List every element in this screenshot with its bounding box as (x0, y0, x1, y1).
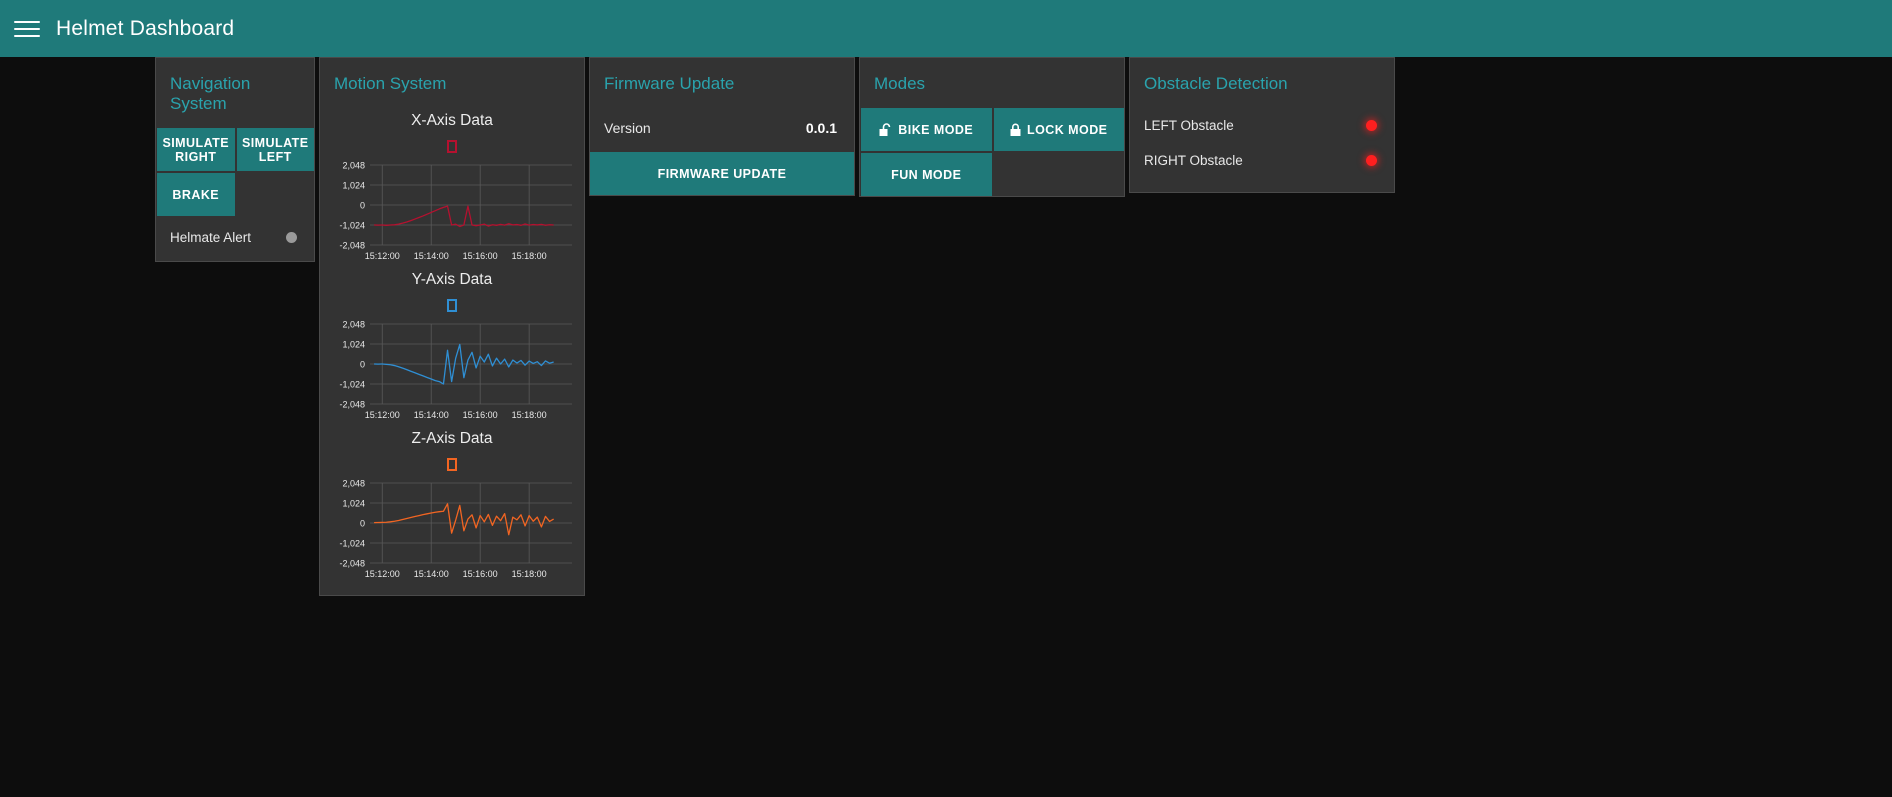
chart-y-axis: Y-Axis Data 2,048 1,024 0 -1,024 -2,048 15:12… (320, 267, 584, 426)
svg-text:1,024: 1,024 (342, 340, 365, 350)
chart-z-axis: Z-Axis Data 2,048 1,024 0 -1,024 -2,048 15:12… (320, 426, 584, 585)
svg-text:-1,024: -1,024 (339, 539, 365, 549)
chart-z-axis-legend[interactable] (324, 448, 580, 475)
panel-firmware-update: Firmware Update Version 0.0.1 FIRMWARE U… (589, 57, 855, 196)
svg-text:15:12:00: 15:12:00 (365, 569, 400, 579)
svg-text:15:16:00: 15:16:00 (463, 251, 498, 261)
firmware-panel-title: Firmware Update (604, 74, 735, 93)
svg-text:15:14:00: 15:14:00 (414, 569, 449, 579)
firmware-version-value: 0.0.1 (805, 120, 837, 136)
svg-text:2,048: 2,048 (342, 161, 365, 171)
grid-filler (237, 173, 315, 216)
firmware-update-button[interactable]: FIRMWARE UPDATE (590, 152, 854, 195)
helmate-alert-label: Helmate Alert (170, 230, 252, 245)
svg-text:15:18:00: 15:18:00 (512, 410, 547, 420)
left-obstacle-label: LEFT Obstacle (1144, 118, 1234, 133)
bike-mode-button[interactable]: BIKE MODE (861, 108, 992, 151)
svg-text:15:14:00: 15:14:00 (414, 251, 449, 261)
lock-mode-label: LOCK MODE (1027, 122, 1108, 137)
unlock-icon (879, 122, 891, 136)
svg-text:15:18:00: 15:18:00 (512, 251, 547, 261)
app-header: Helmet Dashboard (0, 0, 1892, 57)
simulate-right-button[interactable]: SIMULATE RIGHT (157, 128, 235, 171)
chart-z-axis-title: Z-Axis Data (411, 430, 493, 447)
legend-swatch-icon (447, 140, 457, 153)
motion-panel-title: Motion System (334, 74, 447, 93)
svg-text:-2,048: -2,048 (339, 559, 365, 569)
lock-mode-button[interactable]: LOCK MODE (993, 108, 1124, 151)
svg-text:15:16:00: 15:16:00 (463, 569, 498, 579)
firmware-version-label: Version (604, 120, 651, 136)
svg-text:2,048: 2,048 (342, 320, 365, 330)
firmware-version-row: Version 0.0.1 (590, 108, 854, 152)
navigation-panel-title: Navigation System (170, 74, 251, 113)
chart-y-axis-title: Y-Axis Data (411, 271, 493, 288)
svg-text:15:18:00: 15:18:00 (512, 569, 547, 579)
right-obstacle-label: RIGHT Obstacle (1144, 153, 1243, 168)
svg-text:15:14:00: 15:14:00 (414, 410, 449, 420)
chart-x-axis-title: X-Axis Data (411, 112, 493, 129)
simulate-left-button[interactable]: SIMULATE LEFT (236, 128, 314, 171)
obstacle-panel-title: Obstacle Detection (1144, 74, 1288, 93)
svg-text:0: 0 (360, 201, 365, 211)
lock-icon (1010, 123, 1021, 136)
legend-swatch-icon (447, 299, 457, 312)
left-obstacle-led-icon (1366, 120, 1377, 131)
brake-button[interactable]: BRAKE (157, 173, 235, 216)
svg-text:2,048: 2,048 (342, 479, 365, 489)
svg-text:15:12:00: 15:12:00 (365, 251, 400, 261)
modes-panel-title: Modes (874, 74, 926, 93)
panel-obstacle-detection: Obstacle Detection LEFT Obstacle RIGHT O… (1129, 57, 1395, 193)
right-obstacle-row: RIGHT Obstacle (1130, 143, 1394, 178)
modes-button-grid: BIKE MODE LOCK MODE FUN MODE (860, 108, 1124, 196)
chart-y-axis-legend[interactable] (324, 289, 580, 316)
dashboard-grid: Navigation System SIMULATE RIGHT SIMULAT… (0, 57, 1892, 797)
chart-x-axis-plot: 2,048 1,024 0 -1,024 -2,04815:12:00 15:14:00 1… (339, 161, 572, 261)
grid-filler (994, 153, 1125, 196)
fun-mode-button[interactable]: FUN MODE (861, 153, 992, 196)
helmate-alert-row: Helmate Alert (156, 216, 314, 261)
panel-navigation-system: Navigation System SIMULATE RIGHT SIMULAT… (155, 57, 315, 262)
svg-text:15:12:00: 15:12:00 (365, 410, 400, 420)
svg-text:-1,024: -1,024 (339, 221, 365, 231)
helmate-alert-led-icon (286, 232, 297, 243)
panel-modes: Modes BIKE MODE LOCK MODE FUN MODE (859, 57, 1125, 197)
hamburger-menu-icon[interactable] (14, 19, 40, 39)
chart-x-axis-legend[interactable] (324, 130, 580, 157)
svg-text:-2,048: -2,048 (339, 400, 365, 410)
chart-x-axis: X-Axis Data 2,048 1,024 0 -1,024 -2,048 15:12… (320, 108, 584, 267)
left-obstacle-row: LEFT Obstacle (1130, 108, 1394, 143)
svg-text:0: 0 (360, 360, 365, 370)
bike-mode-label: BIKE MODE (898, 122, 974, 137)
panel-motion-system: Motion System X-Axis Data 2,048 1,024 0 -1,… (319, 57, 585, 596)
chart-y-axis-plot: 2,048 1,024 0 -1,024 -2,04815:12:00 15:14:00 1… (339, 320, 572, 420)
page-title: Helmet Dashboard (56, 16, 235, 40)
legend-swatch-icon (447, 458, 457, 471)
right-obstacle-led-icon (1366, 155, 1377, 166)
svg-text:15:16:00: 15:16:00 (463, 410, 498, 420)
svg-text:1,024: 1,024 (342, 181, 365, 191)
svg-text:-2,048: -2,048 (339, 241, 365, 251)
svg-text:0: 0 (360, 519, 365, 529)
chart-z-axis-plot: 2,048 1,024 0 -1,024 -2,04815:12:00 15:14:00 1… (339, 479, 572, 579)
svg-text:1,024: 1,024 (342, 499, 365, 509)
navigation-button-grid: SIMULATE RIGHT SIMULATE LEFT BRAKE (156, 128, 314, 216)
svg-text:-1,024: -1,024 (339, 380, 365, 390)
